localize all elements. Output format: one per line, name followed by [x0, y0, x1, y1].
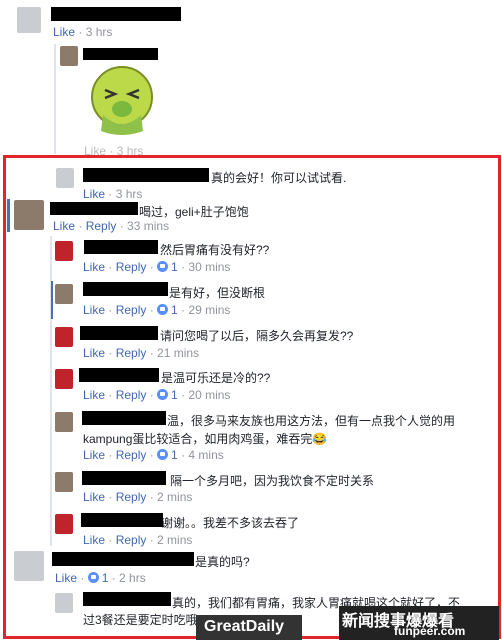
avatar[interactable] — [55, 593, 73, 613]
timestamp: 20 mins — [188, 388, 231, 402]
redacted-name — [80, 326, 158, 340]
like-link[interactable]: Like — [83, 448, 105, 462]
redacted-name — [83, 592, 171, 606]
redacted-name — [83, 168, 209, 182]
timestamp: 30 mins — [188, 260, 231, 274]
comment-text: 真的会好！你可以试试看. — [211, 171, 347, 185]
avatar[interactable] — [55, 327, 73, 347]
watermark-left: GreatDaily — [204, 618, 285, 635]
like-count[interactable]: 1 — [171, 388, 178, 402]
timestamp: 2 mins — [157, 533, 193, 547]
watermark-right-bottom: funpeer.com — [394, 624, 466, 638]
avatar[interactable] — [55, 412, 73, 432]
avatar[interactable] — [17, 7, 41, 33]
avatar[interactable] — [14, 551, 44, 581]
like-count[interactable]: 1 — [102, 571, 109, 585]
avatar[interactable] — [55, 241, 73, 261]
like-count-icon — [157, 304, 169, 315]
like-link[interactable]: Like — [83, 346, 105, 360]
reply-link[interactable]: Reply — [116, 260, 147, 274]
like-link[interactable]: Like — [55, 571, 77, 585]
like-link[interactable]: Like — [53, 219, 75, 233]
comment-text: 隔一个多月吧，因为我饮食不定时关系 — [170, 474, 375, 488]
like-count[interactable]: 1 — [171, 303, 178, 317]
reply-link[interactable]: Reply — [116, 448, 147, 462]
comment-meta: Like · 3 hrs — [53, 25, 113, 39]
sick-face-sticker — [91, 66, 153, 135]
timestamp: 2 hrs — [119, 571, 146, 585]
like-count-icon — [157, 261, 169, 272]
like-count[interactable]: 1 — [171, 448, 178, 462]
active-thread-indicator — [51, 281, 53, 319]
timestamp: 3 hrs — [115, 187, 143, 201]
comment-text: 是真的吗? — [195, 555, 250, 569]
comment-meta: Like · Reply · 2 mins — [83, 533, 193, 547]
comment-meta: Like · Reply · 2 mins — [83, 490, 193, 504]
comment-meta: Like · Reply · 21 mins — [83, 346, 200, 360]
comment-meta: Like · 1 · 2 hrs — [55, 571, 146, 585]
comment-text: 温，很多马来友族也用这方法，但有一点我个人觉的用 — [167, 414, 456, 428]
redacted-name — [50, 202, 138, 215]
comment-text: 谢谢。。我差不多该去吞了 — [161, 516, 300, 530]
reply-link[interactable]: Reply — [116, 388, 147, 402]
timestamp: 29 mins — [188, 303, 231, 317]
redacted-name — [82, 471, 166, 485]
like-count-icon — [157, 389, 169, 400]
avatar[interactable] — [60, 46, 78, 66]
avatar[interactable] — [55, 514, 73, 534]
redacted-name — [83, 48, 158, 60]
redacted-name — [84, 240, 158, 254]
comment-meta: Like · Reply · 1 · 20 mins — [83, 388, 231, 402]
timestamp: 33 mins — [127, 219, 170, 233]
comment-text: 是有好，但没断根 — [169, 286, 266, 300]
timestamp: 21 mins — [157, 346, 200, 360]
like-link[interactable]: Like — [83, 490, 105, 504]
comment-text: 请问您喝了以后，隔多久会再复发?? — [160, 329, 354, 343]
avatar[interactable] — [14, 200, 44, 230]
reply-link[interactable]: Reply — [116, 533, 147, 547]
like-link[interactable]: Like — [83, 187, 105, 201]
like-link[interactable]: Like — [83, 533, 105, 547]
comment-text: 喝过，geli+肚子饱饱 — [139, 205, 249, 219]
like-link[interactable]: Like — [83, 260, 105, 274]
comment-meta: Like · Reply · 33 mins — [53, 219, 170, 233]
avatar[interactable] — [56, 168, 74, 188]
redacted-name — [82, 411, 166, 425]
timestamp: 4 mins — [188, 448, 224, 462]
like-link[interactable]: Like — [53, 25, 75, 39]
redacted-name — [52, 552, 194, 566]
timestamp: 3 hrs — [85, 25, 113, 39]
thread-line — [54, 44, 56, 154]
comment-text: 然后胃痛有没有好?? — [160, 243, 270, 257]
comment-text: 是温可乐还是冷的?? — [161, 371, 271, 385]
comment-meta: Like · Reply · 1 · 4 mins — [83, 448, 224, 462]
redacted-name — [79, 368, 159, 382]
avatar[interactable] — [55, 284, 73, 304]
reply-link[interactable]: Reply — [116, 490, 147, 504]
like-count-icon — [87, 572, 99, 583]
like-link[interactable]: Like — [83, 388, 105, 402]
redacted-name — [51, 7, 181, 21]
avatar[interactable] — [55, 369, 73, 389]
reply-link[interactable]: Reply — [116, 346, 147, 360]
like-link[interactable]: Like — [83, 303, 105, 317]
avatar[interactable] — [55, 472, 73, 492]
comment-text: 过3餐还是要定时吃哦! — [83, 613, 202, 627]
comment-meta: Like · Reply · 1 · 30 mins — [83, 260, 231, 274]
comment-meta: Like · Reply · 1 · 29 mins — [83, 303, 231, 317]
comment-text: kampung蛋比较适合，如用肉鸡蛋，难吞完😂 — [83, 432, 328, 446]
selected-indicator — [7, 199, 10, 232]
timestamp: 2 mins — [157, 490, 193, 504]
redacted-name — [81, 513, 163, 527]
like-count-icon — [157, 449, 169, 460]
redacted-name — [83, 282, 168, 296]
like-count[interactable]: 1 — [171, 260, 178, 274]
reply-link[interactable]: Reply — [86, 219, 117, 233]
comment-meta: Like · 3 hrs — [83, 187, 143, 201]
reply-link[interactable]: Reply — [116, 303, 147, 317]
